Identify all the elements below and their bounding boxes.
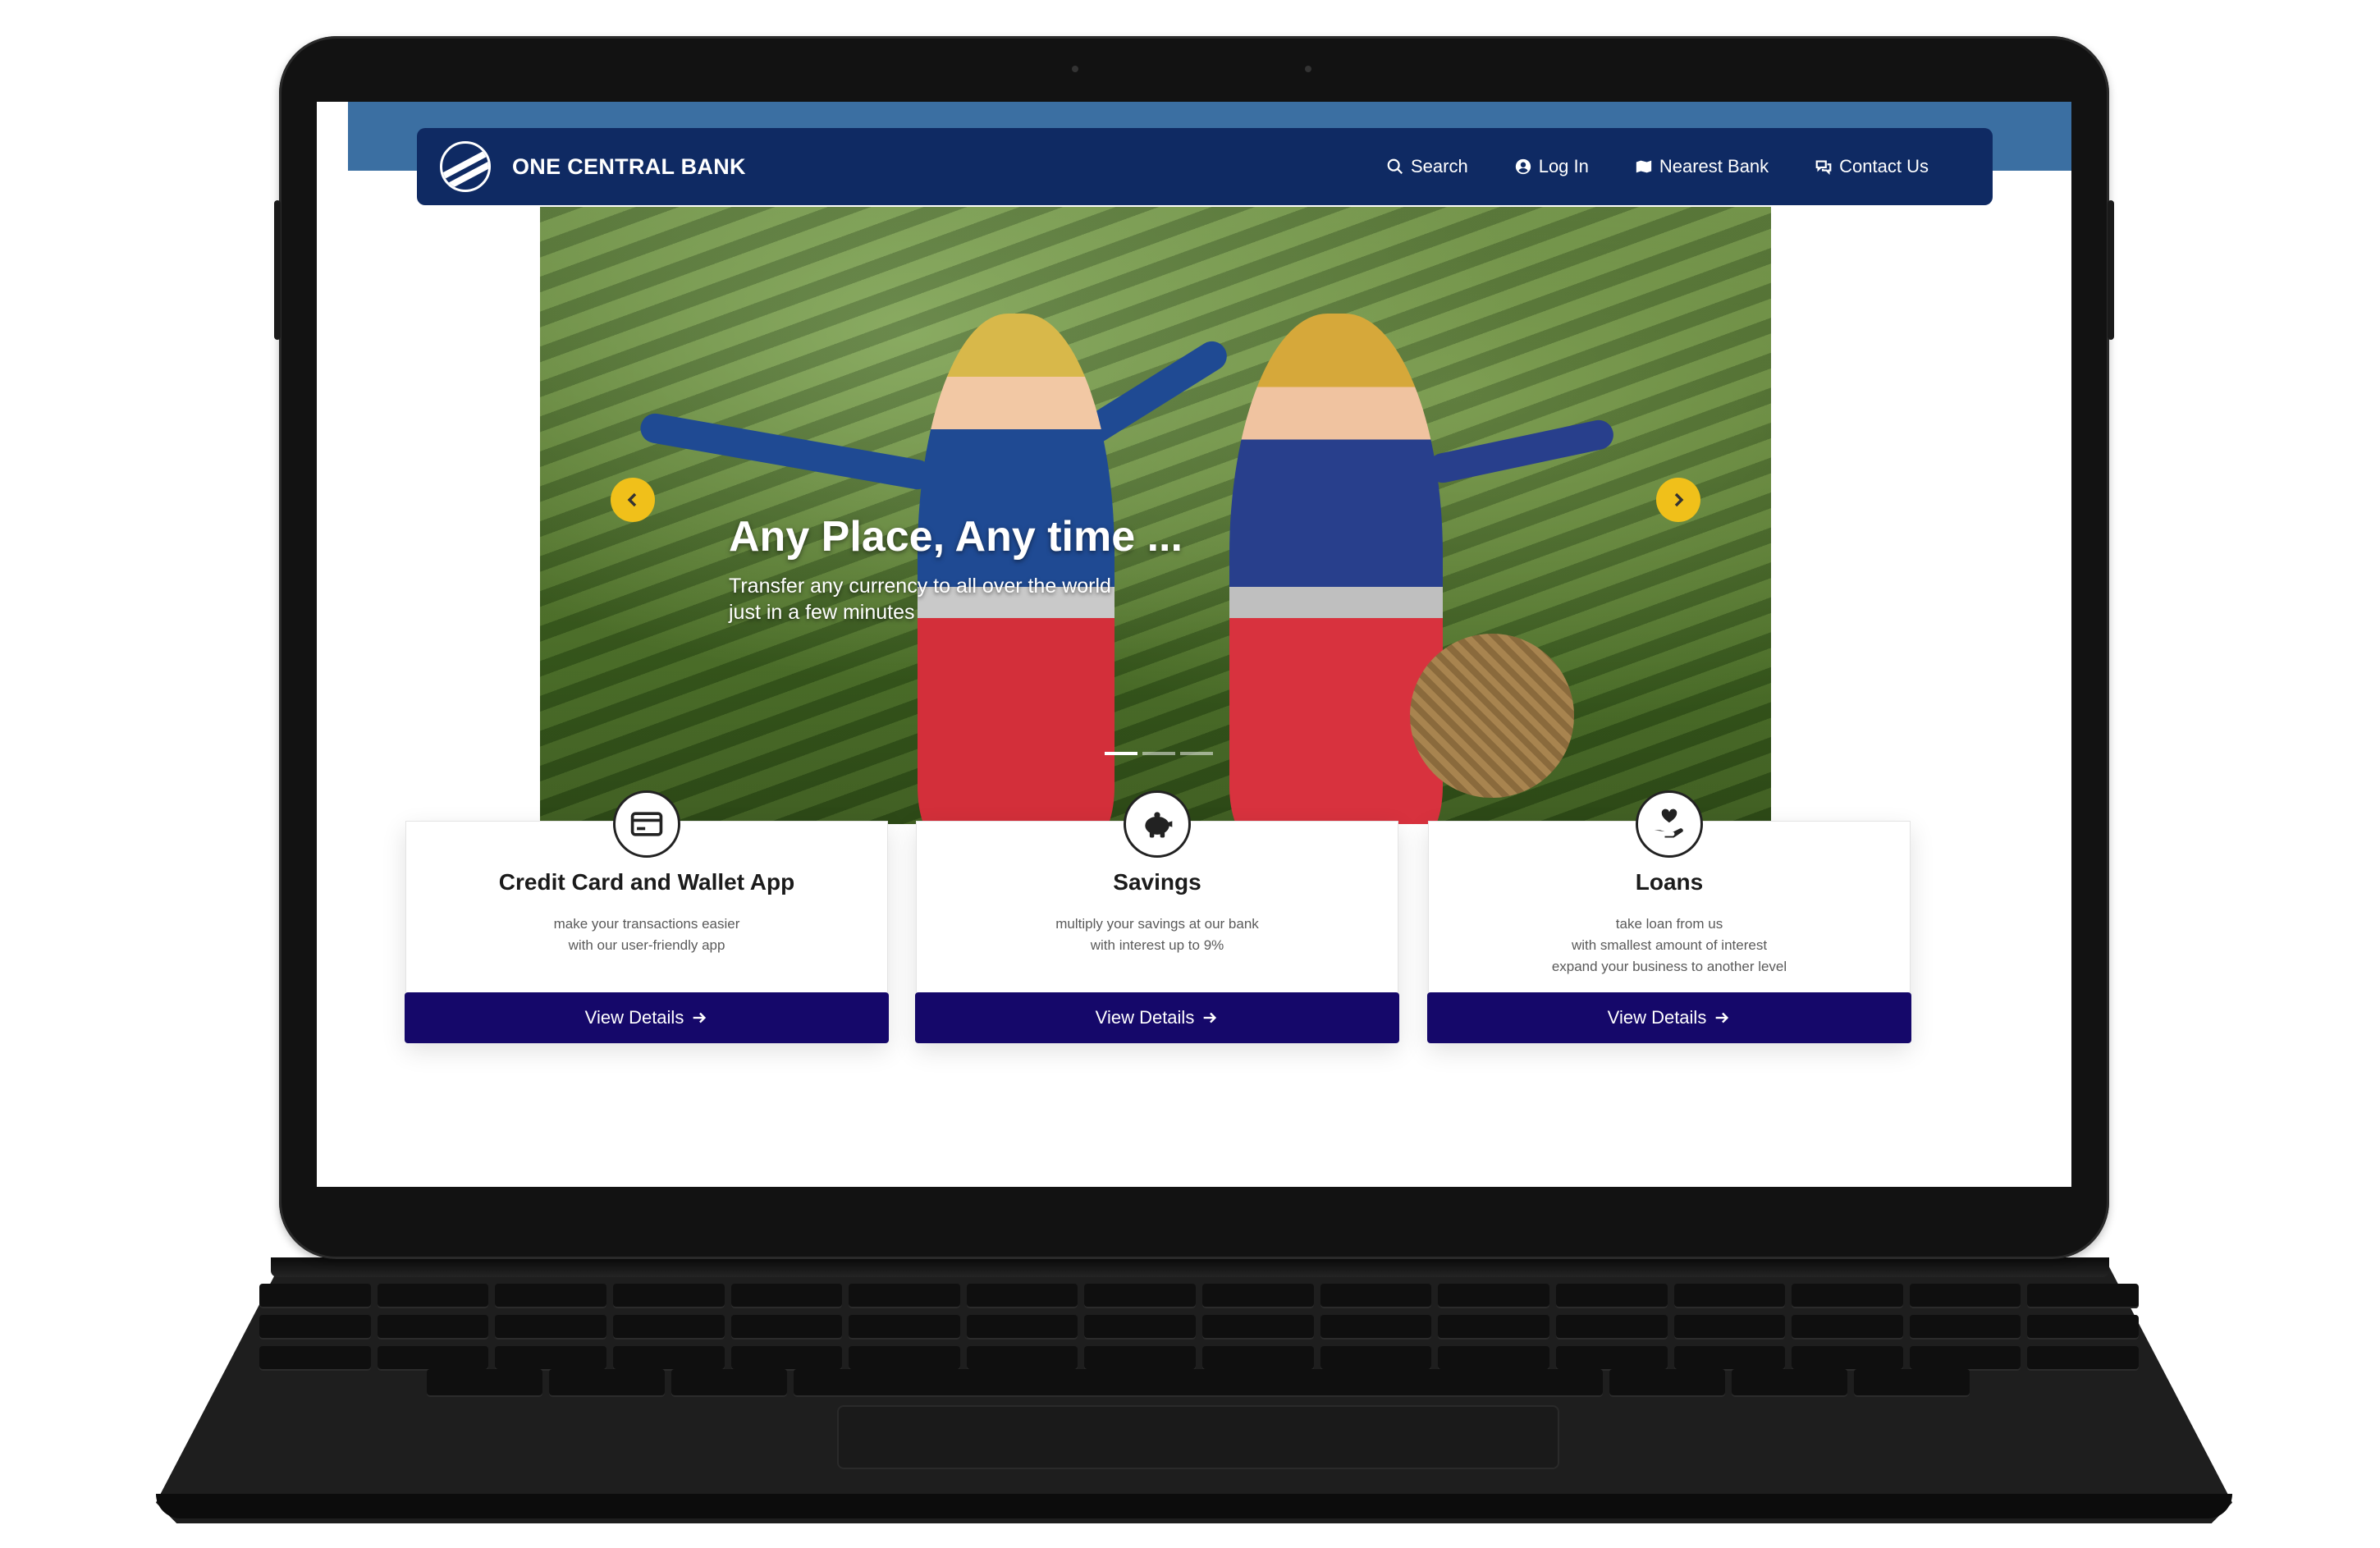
nav-contact-label: Contact Us <box>1839 156 1929 176</box>
hero-subtitle-text: Transfer any currency to all over the wo… <box>729 575 1111 624</box>
hand-heart-icon <box>1636 790 1703 858</box>
trackpad <box>837 1405 1559 1469</box>
service-card-loans: Loans take loan from us with smallest am… <box>1427 790 1911 1043</box>
arrow-right-icon <box>1715 1012 1729 1024</box>
view-details-button[interactable]: View Details <box>1427 992 1911 1043</box>
keyboard-bottom-row <box>427 1369 1970 1397</box>
card-title: Loans <box>1635 869 1704 895</box>
chevron-right-icon <box>1674 492 1684 507</box>
card-title: Credit Card and Wallet App <box>498 869 795 895</box>
camera-dot <box>1072 66 1078 72</box>
hero-caption: Any Place, Any time ... Transfer any cur… <box>729 512 1188 625</box>
nav-login-label: Log In <box>1538 156 1589 176</box>
chat-icon <box>1815 160 1832 175</box>
hero-subtitle: Transfer any currency to all over the wo… <box>729 573 1188 625</box>
navbar: ONE CENTRAL BANK Search Log In Nearest B… <box>417 128 1993 205</box>
brand-name: ONE CENTRAL BANK <box>512 153 746 179</box>
nav-nearest-bank[interactable]: Nearest Bank <box>1635 156 1769 177</box>
hero-title: Any Place, Any time ... <box>729 513 1183 561</box>
search-icon <box>1387 158 1403 175</box>
hinge <box>271 1257 2109 1277</box>
credit-card-icon <box>613 790 680 858</box>
keyboard-base <box>156 1494 2232 1518</box>
card-description: multiply your savings at our bank with i… <box>1055 916 1259 953</box>
view-details-label: View Details <box>584 1007 684 1028</box>
carousel-prev-button[interactable] <box>611 478 655 522</box>
nav-nearest-bank-label: Nearest Bank <box>1659 156 1769 176</box>
piggy-bank-icon <box>1124 790 1191 858</box>
map-icon <box>1636 160 1652 173</box>
browser-screen: ONE CENTRAL BANK Search Log In Nearest B… <box>317 102 2071 1187</box>
carousel-next-button[interactable] <box>1656 478 1700 522</box>
nav-login[interactable]: Log In <box>1514 156 1589 177</box>
side-button <box>274 200 281 340</box>
nav-search[interactable]: Search <box>1386 156 1468 177</box>
view-details-button[interactable]: View Details <box>405 992 889 1043</box>
view-details-label: View Details <box>1607 1007 1707 1028</box>
brand[interactable]: ONE CENTRAL BANK <box>440 141 746 192</box>
arrow-right-icon <box>693 1012 707 1024</box>
nav-links: Search Log In Nearest Bank Contact Us <box>1386 156 1970 177</box>
device-mockup: ONE CENTRAL BANK Search Log In Nearest B… <box>0 0 2380 1548</box>
nav-contact[interactable]: Contact Us <box>1815 156 1929 177</box>
service-card-savings: Savings multiply your savings at our ban… <box>915 790 1399 1043</box>
carousel-indicator[interactable] <box>1142 752 1175 755</box>
service-card-credit-card: Credit Card and Wallet App make your tra… <box>405 790 889 1043</box>
view-details-label: View Details <box>1095 1007 1195 1028</box>
camera-dot <box>1305 66 1311 72</box>
services-section: Credit Card and Wallet App make your tra… <box>405 790 2009 1067</box>
hero-carousel: Any Place, Any time ... Transfer any cur… <box>540 207 1771 824</box>
chevron-left-icon <box>627 492 637 507</box>
carousel-indicator[interactable] <box>1105 752 1137 755</box>
card-title: Savings <box>1113 869 1201 895</box>
carousel-indicators <box>1105 752 1213 755</box>
card-description: take loan from us with smallest amount o… <box>1551 916 1787 974</box>
bank-logo-icon <box>440 141 491 192</box>
card-description: make your transactions easier with our u… <box>553 916 740 953</box>
carousel-indicator[interactable] <box>1180 752 1213 755</box>
user-circle-icon <box>1515 158 1531 175</box>
view-details-button[interactable]: View Details <box>915 992 1399 1043</box>
nav-search-label: Search <box>1410 156 1468 176</box>
arrow-right-icon <box>1203 1012 1217 1024</box>
side-button <box>2108 200 2114 340</box>
